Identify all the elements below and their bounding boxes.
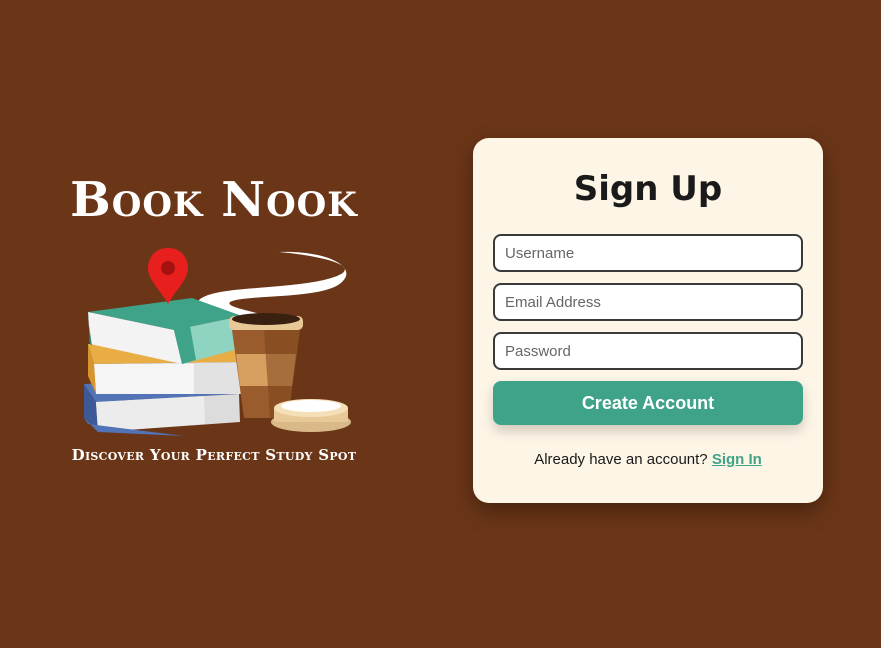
signin-row: Already have an account? Sign In [493, 451, 803, 468]
brand-title: Book Nook [70, 172, 358, 228]
brand-tagline: Discover Your Perfect Study Spot [71, 446, 357, 464]
signup-card: Sign Up Create Account Already have an a… [473, 138, 823, 503]
cup-lid-icon [271, 399, 351, 432]
email-input[interactable] [493, 283, 803, 321]
books-coffee-illustration [84, 248, 351, 436]
signup-title: Sign Up [573, 169, 723, 209]
signup-form: Create Account [493, 234, 803, 425]
signin-prompt: Already have an account? [534, 451, 708, 468]
password-input[interactable] [493, 332, 803, 370]
signin-link[interactable]: Sign In [712, 451, 762, 468]
location-pin-icon [148, 248, 188, 304]
username-input[interactable] [493, 234, 803, 272]
create-account-button[interactable]: Create Account [493, 381, 803, 425]
brand-panel: Book Nook Discover Your Perfect Study Sp… [64, 170, 364, 464]
